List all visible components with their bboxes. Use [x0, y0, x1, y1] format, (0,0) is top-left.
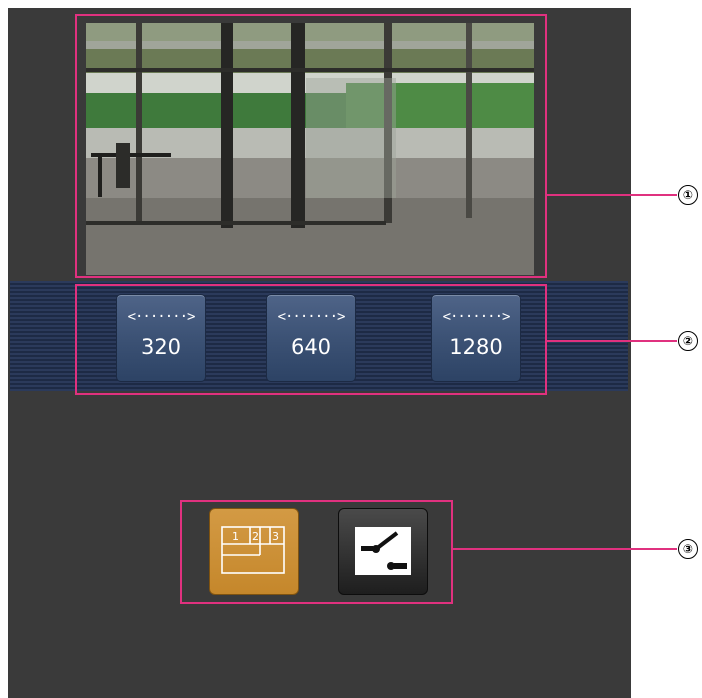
callout-line-1 [547, 194, 677, 196]
callout-frame-1 [75, 14, 547, 278]
callout-frame-3 [180, 500, 453, 604]
callout-marker-2: ② [678, 331, 698, 351]
callout-line-2 [547, 340, 677, 342]
callout-marker-1: ① [678, 185, 698, 205]
callout-line-3 [453, 548, 677, 550]
callout-frame-2 [75, 284, 547, 395]
callout-marker-3: ③ [678, 539, 698, 559]
